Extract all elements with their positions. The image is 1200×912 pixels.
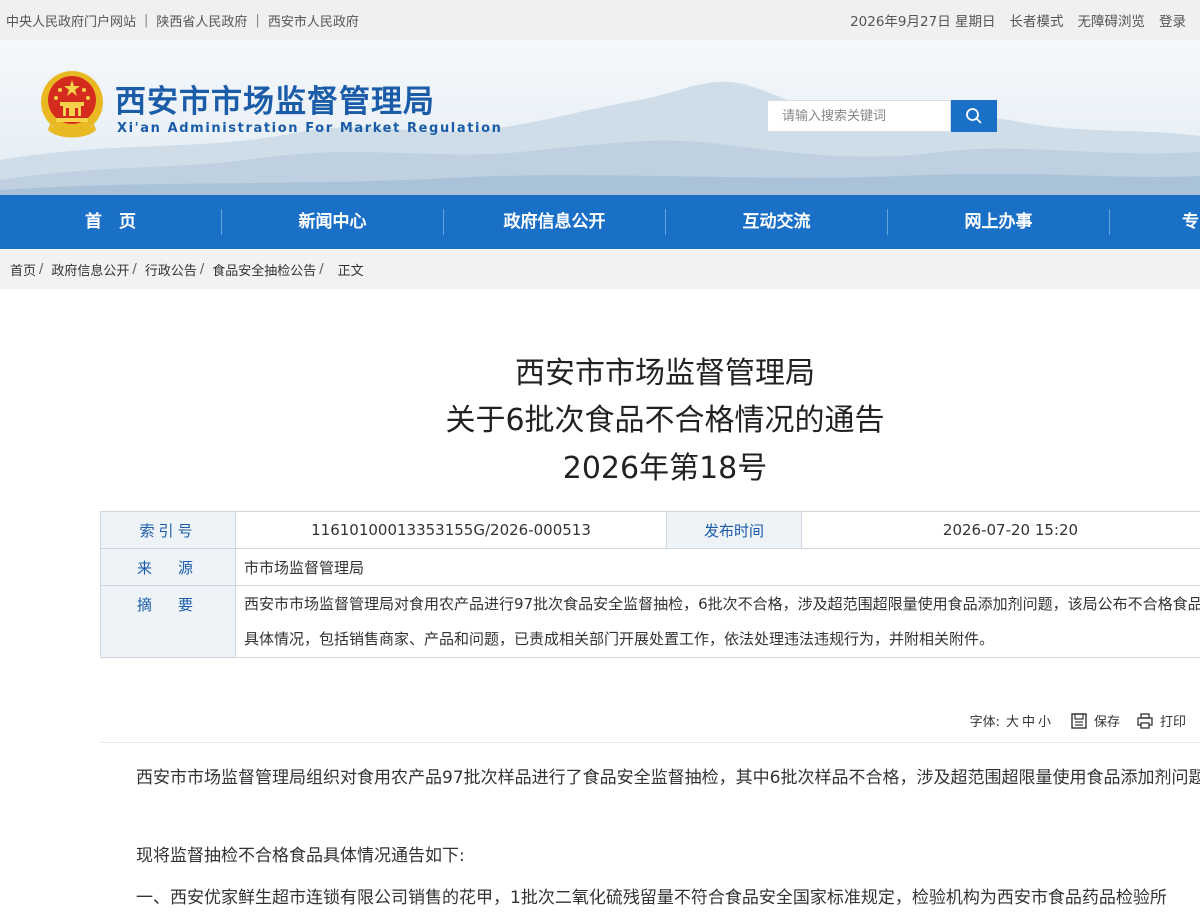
meta-index-value: 11610100013353155G/2026-000513 <box>236 512 667 549</box>
top-links: 中央人民政府门户网站 | 陕西省人民政府 | 西安市人民政府 <box>6 11 359 30</box>
meta-source-label: 来源 <box>137 559 219 577</box>
breadcrumb-admin-notice[interactable]: 行政公告 <box>145 260 197 279</box>
link-xian-gov[interactable]: 西安市人民政府 <box>268 11 359 30</box>
site-header: 西安市市场监督管理局 Xi'an Administration For Mark… <box>0 40 1200 195</box>
search-button[interactable] <box>951 100 997 132</box>
article-paragraph: 一、西安优家鲜生超市连锁有限公司销售的花甲，1批次二氧化硫残留量不符合食品安全国… <box>100 884 1200 912</box>
meta-label: 索引号 <box>101 512 236 549</box>
separator: | <box>144 13 148 28</box>
meta-source-value: 市市场监督管理局 <box>236 549 1200 586</box>
article-title-line-3: 2026年第18号 <box>100 448 1200 490</box>
link-shaanxi-gov[interactable]: 陕西省人民政府 <box>156 11 247 30</box>
save-icon <box>1070 712 1088 730</box>
top-bar: 中央人民政府门户网站 | 陕西省人民政府 | 西安市人民政府 2026年9月27… <box>0 0 1200 40</box>
meta-row-source: 来源 市市场监督管理局 <box>101 549 1200 586</box>
current-date: 2026年9月27日 星期日 <box>850 10 995 30</box>
breadcrumb: 首页/ 政府信息公开/ 行政公告/ 食品安全抽检公告/ 正文 <box>0 249 1200 289</box>
content-divider <box>100 742 1200 743</box>
breadcrumb-home[interactable]: 首页 <box>10 260 36 279</box>
nav-item-interaction[interactable]: 互动交流 <box>666 195 887 249</box>
site-subtitle: Xi'an Administration For Market Regulati… <box>117 121 502 136</box>
breadcrumb-separator: / <box>132 262 136 277</box>
meta-label: 摘要 <box>101 586 236 658</box>
meta-row-index: 索引号 11610100013353155G/2026-000513 发布时间 … <box>101 512 1200 549</box>
search-icon <box>965 107 983 125</box>
meta-row-summary: 摘要 西安市市场监督管理局对食用农产品进行97批次食品安全监督抽检，6批次不合格… <box>101 586 1200 658</box>
font-size-label: 字体: <box>970 711 1000 730</box>
article-meta-table: 索引号 11610100013353155G/2026-000513 发布时间 … <box>100 511 1200 658</box>
breadcrumb-separator: / <box>319 262 323 277</box>
login-link[interactable]: 登录 <box>1159 10 1186 30</box>
meta-time-label: 发布时间 <box>667 512 802 549</box>
save-button[interactable]: 保存 <box>1070 711 1120 730</box>
breadcrumb-gov-info[interactable]: 政府信息公开 <box>51 260 129 279</box>
breadcrumb-separator: / <box>200 262 204 277</box>
national-emblem-icon <box>38 68 106 142</box>
main-nav: 首 页 新闻中心 政府信息公开 互动交流 网上办事 专 <box>0 195 1200 249</box>
nav-item-online-service[interactable]: 网上办事 <box>888 195 1109 249</box>
elder-mode-link[interactable]: 长者模式 <box>1010 10 1064 30</box>
font-size-options[interactable]: 大中小 <box>1006 711 1054 730</box>
print-button[interactable]: 打印 <box>1136 711 1186 730</box>
print-label: 打印 <box>1160 711 1186 730</box>
article-paragraph: 西安市市场监督管理局组织对食用农产品97批次样品进行了食品安全监督抽检，其中6批… <box>100 764 1200 792</box>
search-input[interactable] <box>767 100 951 132</box>
article-paragraph: 现将监督抽检不合格食品具体情况通告如下: <box>100 842 1200 870</box>
nav-item-home[interactable]: 首 页 <box>0 195 221 249</box>
save-label: 保存 <box>1094 711 1120 730</box>
article-title-line-2: 关于6批次食品不合格情况的通告 <box>100 400 1200 442</box>
breadcrumb-food-check[interactable]: 食品安全抽检公告 <box>212 260 316 279</box>
print-icon <box>1136 712 1154 730</box>
site-title: 西安市市场监督管理局 <box>115 76 435 121</box>
meta-time-value: 2026-07-20 15:20 <box>802 512 1200 549</box>
link-central-gov[interactable]: 中央人民政府门户网站 <box>6 11 136 30</box>
article-tools: 字体: 大中小 保存 打印 <box>970 711 1186 730</box>
accessibility-link[interactable]: 无障碍浏览 <box>1078 10 1146 30</box>
nav-item-gov-info[interactable]: 政府信息公开 <box>444 195 665 249</box>
nav-item-special[interactable]: 专 <box>1110 195 1200 249</box>
separator: | <box>255 13 259 28</box>
breadcrumb-separator: / <box>39 262 43 277</box>
article-title-line-1: 西安市市场监督管理局 <box>100 353 1200 395</box>
meta-index-label: 索引号 <box>139 522 196 540</box>
breadcrumb-current: 正文 <box>338 260 364 279</box>
meta-label: 来源 <box>101 549 236 586</box>
meta-summary-value: 西安市市场监督管理局对食用农产品进行97批次食品安全监督抽检，6批次不合格，涉及… <box>236 586 1200 658</box>
top-right: 2026年9月27日 星期日 长者模式 无障碍浏览 登录 <box>850 10 1186 30</box>
meta-summary-label: 摘要 <box>137 596 219 614</box>
nav-item-news[interactable]: 新闻中心 <box>222 195 443 249</box>
